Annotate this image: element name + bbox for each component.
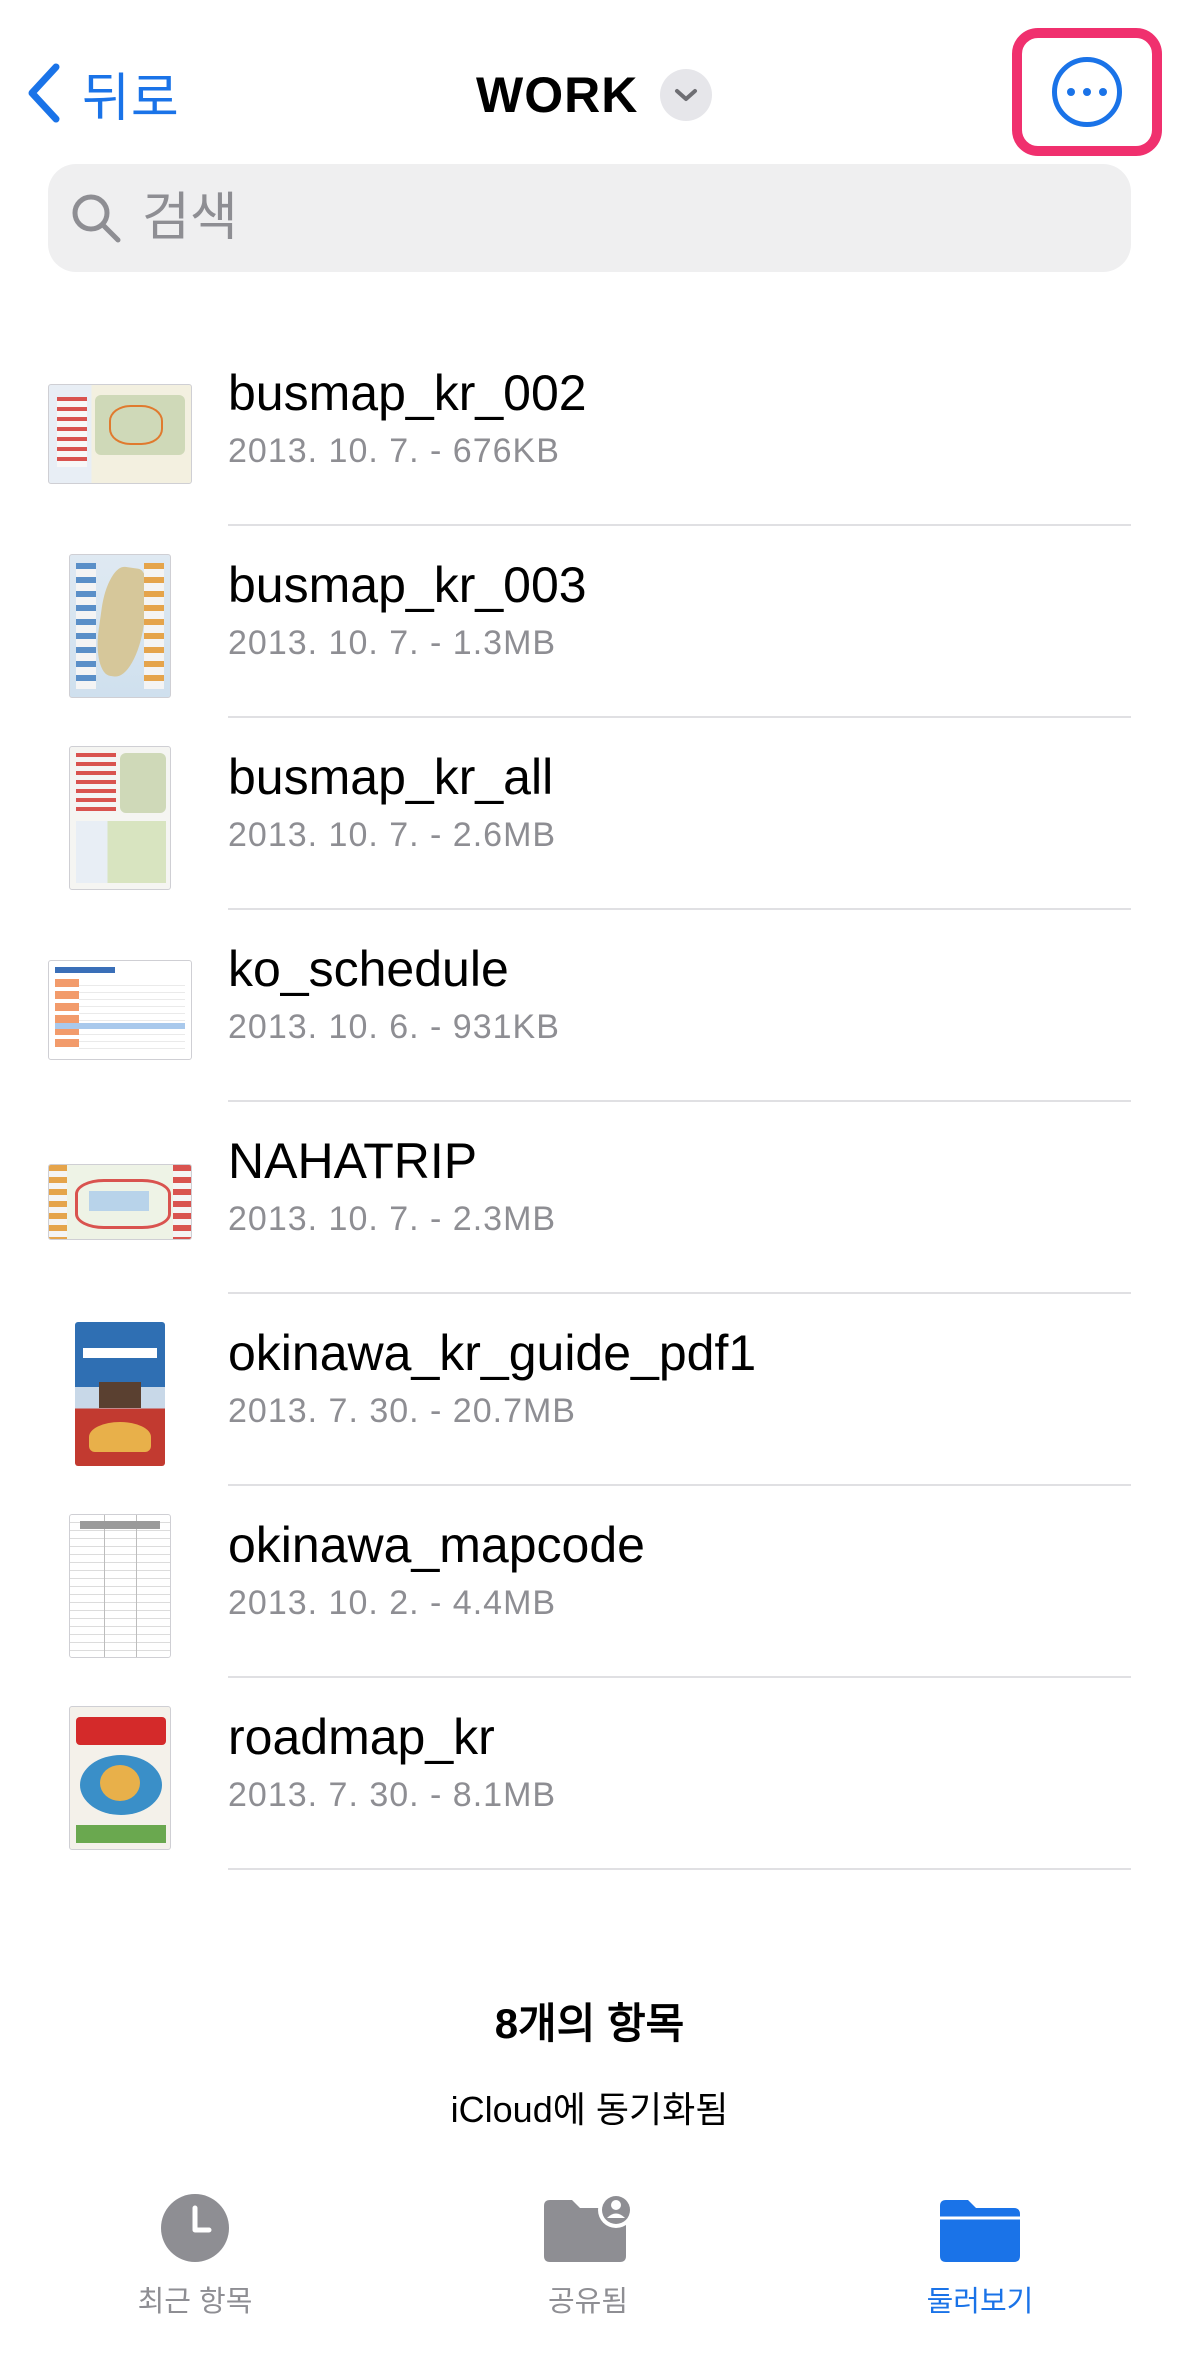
- file-meta: 2013. 10. 2. - 4.4MB: [228, 1584, 557, 1622]
- back-button[interactable]: 뒤로: [24, 58, 180, 128]
- file-meta: 2013. 10. 7. - 1.3MB: [228, 624, 557, 662]
- file-thumbnail: [48, 1706, 192, 1850]
- search-bar[interactable]: [48, 164, 1131, 272]
- list-item[interactable]: busmap_kr_003 2013. 10. 7. - 1.3MB: [0, 526, 1179, 718]
- list-item[interactable]: ko_schedule 2013. 10. 6. - 931KB: [0, 910, 1179, 1102]
- list-item[interactable]: busmap_kr_all 2013. 10. 7. - 2.6MB: [0, 718, 1179, 910]
- sync-status: iCloud에 동기화됨: [450, 2089, 729, 2130]
- tab-label: 공유됨: [547, 2286, 629, 2318]
- list-item[interactable]: roadmap_kr 2013. 7. 30. - 8.1MB: [0, 1678, 1179, 1870]
- file-name: busmap_kr_all: [228, 749, 554, 805]
- file-list: busmap_kr_002 2013. 10. 7. - 676KB busma…: [0, 334, 1179, 1870]
- file-thumbnail: [48, 1322, 192, 1466]
- file-meta: 2013. 10. 7. - 2.3MB: [228, 1200, 557, 1238]
- file-name: NAHATRIP: [228, 1133, 478, 1189]
- file-name: roadmap_kr: [228, 1709, 495, 1765]
- more-button-highlight: [1012, 28, 1162, 156]
- list-item[interactable]: busmap_kr_002 2013. 10. 7. - 676KB: [0, 334, 1179, 526]
- list-item[interactable]: NAHATRIP 2013. 10. 7. - 2.3MB: [0, 1102, 1179, 1294]
- file-meta: 2013. 7. 30. - 8.1MB: [228, 1776, 557, 1814]
- tab-label: 최근 항목: [137, 2286, 253, 2318]
- file-thumbnail: [48, 1130, 192, 1274]
- ellipsis-icon: [1067, 88, 1075, 96]
- tab-recents[interactable]: 최근 항목: [65, 2192, 325, 2320]
- chevron-left-icon: [28, 63, 60, 123]
- file-thumbnail: [48, 938, 192, 1082]
- file-meta: 2013. 10. 7. - 676KB: [228, 432, 560, 470]
- file-thumbnail: [48, 746, 192, 890]
- file-thumbnail: [48, 554, 192, 698]
- file-name: okinawa_kr_guide_pdf1: [228, 1325, 757, 1381]
- navigation-bar: 뒤로 WORK: [0, 0, 1179, 160]
- tab-label: 둘러보기: [926, 2286, 1034, 2318]
- file-name: okinawa_mapcode: [228, 1517, 645, 1573]
- clock-icon: [161, 2194, 229, 2262]
- divider: [228, 1868, 1131, 1870]
- file-name: busmap_kr_002: [228, 365, 587, 421]
- search-input[interactable]: [140, 187, 1044, 249]
- list-item[interactable]: okinawa_kr_guide_pdf1 2013. 7. 30. - 20.…: [0, 1294, 1179, 1486]
- tab-browse[interactable]: 둘러보기: [850, 2192, 1110, 2320]
- file-thumbnail: [48, 362, 192, 506]
- file-meta: 2013. 7. 30. - 20.7MB: [228, 1392, 576, 1430]
- folder-title-menu[interactable]: WORK: [476, 60, 713, 130]
- page-title: WORK: [476, 67, 639, 123]
- shared-folder-icon: [544, 2192, 634, 2262]
- tab-shared[interactable]: 공유됨: [458, 2192, 718, 2320]
- more-options-button[interactable]: [1052, 57, 1122, 127]
- item-count: 8개의 항목: [494, 2000, 685, 2047]
- file-thumbnail: [48, 1514, 192, 1658]
- list-item[interactable]: okinawa_mapcode 2013. 10. 2. - 4.4MB: [0, 1486, 1179, 1678]
- search-icon: [72, 194, 121, 243]
- folder-icon: [940, 2200, 1020, 2262]
- back-label: 뒤로: [82, 69, 180, 128]
- file-name: busmap_kr_003: [228, 557, 587, 613]
- tab-bar: 최근 항목 공유됨 둘러보기: [0, 2180, 1179, 2358]
- chevron-down-icon: [660, 69, 713, 121]
- folder-summary: 8개의 항목 iCloud에 동기화됨: [0, 1990, 1179, 2133]
- file-name: ko_schedule: [228, 941, 509, 997]
- file-meta: 2013. 10. 6. - 931KB: [228, 1008, 560, 1046]
- file-meta: 2013. 10. 7. - 2.6MB: [228, 816, 557, 854]
